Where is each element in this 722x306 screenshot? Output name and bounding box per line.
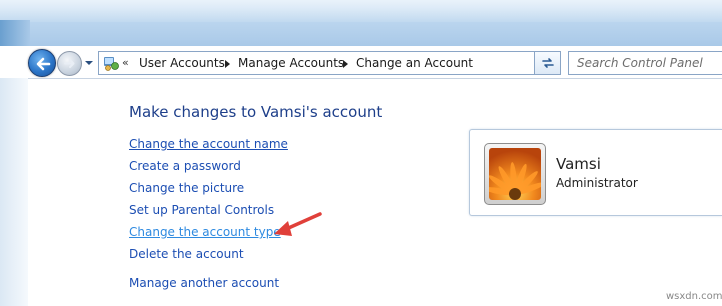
- recent-pages-dropdown[interactable]: [84, 59, 94, 67]
- address-bar[interactable]: « User Accounts Manage Accounts Change a…: [98, 51, 536, 75]
- breadcrumb-change-account[interactable]: Change an Account: [356, 56, 473, 70]
- forward-button[interactable]: [57, 51, 82, 76]
- change-picture-link[interactable]: Change the picture: [129, 181, 244, 195]
- refresh-button[interactable]: [534, 51, 561, 75]
- search-box[interactable]: Search Control Panel: [568, 51, 722, 75]
- breadcrumb-manage-accounts[interactable]: Manage Accounts: [238, 56, 344, 70]
- window-frame: [0, 0, 722, 46]
- breadcrumb-separator-icon[interactable]: [225, 60, 230, 68]
- parental-controls-link[interactable]: Set up Parental Controls: [129, 203, 274, 217]
- delete-account-link[interactable]: Delete the account: [129, 247, 244, 261]
- search-input[interactable]: Search Control Panel: [577, 56, 703, 70]
- manage-another-account-link[interactable]: Manage another account: [129, 276, 279, 290]
- flower-avatar-icon: [489, 148, 541, 200]
- avatar: [484, 143, 546, 205]
- annotation-arrow-icon: [274, 212, 322, 236]
- breadcrumb-overflow[interactable]: «: [122, 56, 129, 69]
- control-panel-icon: [104, 57, 119, 71]
- account-type: Administrator: [556, 176, 638, 190]
- forward-arrow-icon: [64, 59, 75, 68]
- breadcrumb-user-accounts[interactable]: User Accounts: [139, 56, 225, 70]
- change-account-type-link[interactable]: Change the account type: [129, 225, 281, 239]
- change-account-name-link[interactable]: Change the account name: [129, 137, 288, 151]
- watermark: wsxdn.com: [666, 291, 722, 302]
- back-button[interactable]: [28, 49, 56, 77]
- account-name: Vamsi: [556, 155, 601, 173]
- back-arrow-icon: [36, 57, 51, 71]
- create-password-link[interactable]: Create a password: [129, 159, 241, 173]
- breadcrumb-separator-icon[interactable]: [343, 60, 348, 68]
- left-pane-edge: [0, 78, 28, 306]
- refresh-icon: [542, 58, 554, 68]
- page-title: Make changes to Vamsi's account: [129, 103, 383, 121]
